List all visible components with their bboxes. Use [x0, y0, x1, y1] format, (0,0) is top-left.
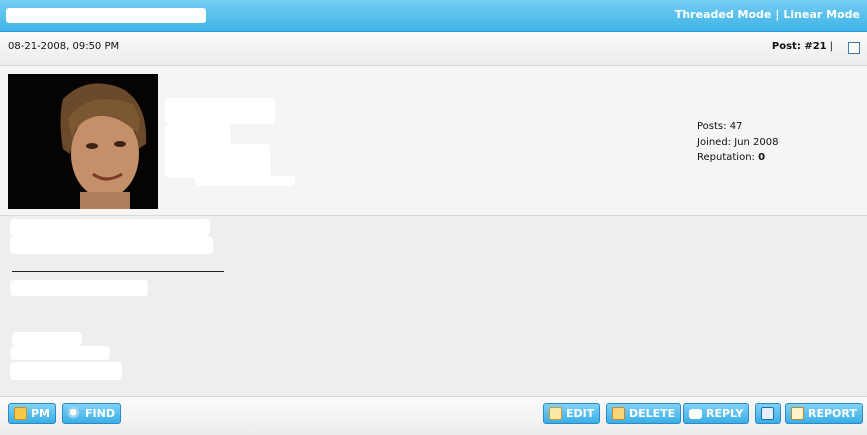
speech-bubble-icon: [689, 408, 702, 419]
redacted-message-line: [10, 236, 213, 254]
redacted-signature-line: [10, 280, 148, 296]
pm-button[interactable]: PM: [8, 403, 57, 424]
envelope-icon: [14, 407, 27, 420]
view-mode-links: Threaded Mode | Linear Mode: [675, 8, 860, 21]
redacted-signature-line: [10, 362, 122, 380]
user-stat-joined: Joined: Jun 2008: [697, 136, 779, 148]
delete-icon: [612, 407, 625, 420]
thread-header-bar: Threaded Mode | Linear Mode: [0, 0, 867, 32]
quote-button[interactable]: [755, 403, 781, 424]
linear-mode-link[interactable]: Linear Mode: [783, 8, 860, 21]
post-number-separator: |: [829, 41, 833, 52]
avatar[interactable]: [8, 74, 158, 209]
user-stat-posts: Posts: 47: [697, 121, 743, 132]
quote-icon: [761, 407, 774, 420]
report-button[interactable]: REPORT: [785, 403, 863, 424]
user-stat-reputation: Reputation: 0: [697, 152, 766, 163]
post-number: Post: #21 |: [772, 41, 833, 52]
magnifier-icon: [68, 407, 81, 420]
redacted-signature-line: [12, 332, 82, 346]
redacted-signature-line: [10, 346, 110, 360]
post-action-bar: PM FIND EDIT DELETE REPLY REPORT: [0, 397, 867, 435]
redacted-user-rank: [165, 144, 270, 178]
user-stats: Posts: 47 Joined: Jun 2008 Reputation: 0: [697, 119, 779, 166]
post-info-bar: 08-21-2008, 09:50 PM Post: #21 |: [0, 32, 867, 66]
redacted-thread-title: [6, 8, 206, 23]
edit-button[interactable]: EDIT: [543, 403, 601, 424]
find-button[interactable]: FIND: [62, 403, 121, 424]
redacted-username: [165, 98, 275, 124]
multi-quote-checkbox[interactable]: [848, 42, 860, 54]
threaded-mode-link[interactable]: Threaded Mode: [675, 8, 772, 21]
reply-button[interactable]: REPLY: [683, 403, 750, 424]
post-date: 08-21-2008, 09:50 PM: [8, 41, 120, 52]
redacted-user-title: [165, 124, 230, 146]
mode-separator: |: [775, 8, 780, 21]
post-author-panel: Posts: 47 Joined: Jun 2008 Reputation: 0: [0, 66, 867, 216]
delete-button[interactable]: DELETE: [606, 403, 682, 424]
post-number-link[interactable]: Post: #21: [772, 41, 827, 52]
post-body: [0, 216, 867, 397]
signature-divider: [12, 271, 224, 272]
redacted-user-info: [195, 176, 295, 186]
redacted-message-line: [10, 219, 210, 236]
avatar-photo-icon: [8, 74, 158, 209]
pencil-icon: [549, 407, 562, 420]
report-icon: [791, 407, 804, 420]
